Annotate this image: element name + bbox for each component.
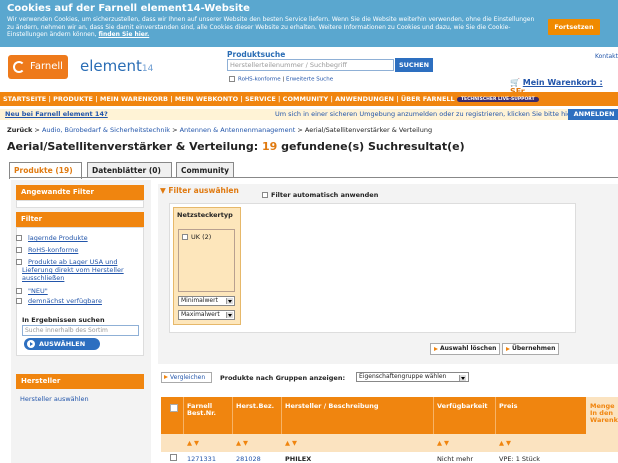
uk-checkbox[interactable] — [182, 234, 188, 240]
advanced-search-link[interactable]: Erweiterte Suche — [286, 77, 333, 83]
search-in-results-label: In Ergebnissen suchen — [22, 316, 105, 324]
apply-button[interactable]: Übernehmen — [502, 343, 560, 355]
plug-type-filter: Netzsteckertyp UK (2) Minimalwert Maxima… — [173, 207, 241, 325]
search-button[interactable]: SUCHEN — [395, 58, 433, 72]
max-value-select[interactable]: Maximalwert — [178, 310, 235, 320]
row-price: VPE: 1 Stück — [499, 455, 541, 463]
sort-row: ▲▼ ▲▼ ▲▼ ▲▼ ▲▼ — [161, 434, 618, 452]
row-farnell-nr[interactable]: 1271331 — [187, 455, 216, 463]
product-search-label: Produktsuche — [227, 50, 286, 59]
breadcrumb: Zurück > Audio, Bürobedarf & Sicherheits… — [7, 126, 433, 134]
cookie-banner: Cookies auf der Farnell element14-Websit… — [0, 0, 618, 47]
tab-community[interactable]: Community — [176, 162, 234, 178]
filter-select-heading[interactable]: ▼ Filter auswählen — [160, 186, 239, 195]
sort-arrows-icon[interactable]: ▲▼ — [187, 439, 201, 447]
min-value-select[interactable]: Minimalwert — [178, 296, 235, 306]
plug-type-list[interactable]: UK (2) — [178, 229, 235, 292]
rohs-link[interactable]: RoHS-konforme — [238, 77, 281, 83]
table-row: 1271331 281028 PHILEX Nicht mehr VPE: 1 … — [161, 452, 618, 463]
filter-link-usa[interactable]: Produkte ab Lager USA und Lieferung dire… — [22, 258, 140, 282]
filter-checkbox[interactable] — [16, 288, 22, 294]
main-nav[interactable]: STARTSEITE | PRODUKTE | MEIN WARENKORB |… — [0, 92, 618, 106]
sort-arrows-icon[interactable]: ▲▼ — [285, 439, 299, 447]
cookie-text: Wir verwenden Cookies, um sicherzustelle… — [7, 16, 535, 38]
applied-filter-header: Angewandte Filter — [16, 185, 144, 200]
login-bar: Neu bei Farnell element 14? Um sich in e… — [0, 109, 618, 120]
option-uk[interactable]: UK (2) — [182, 233, 211, 241]
col-price[interactable]: Preis — [499, 403, 517, 410]
new-customer-link[interactable]: Neu bei Farnell element 14? — [5, 109, 108, 120]
filter-link-new[interactable]: "NEU" — [28, 287, 48, 295]
live-support-badge[interactable]: TECHNISCHER LIVE-SUPPORT — [456, 96, 539, 102]
row-checkbox[interactable] — [170, 454, 177, 461]
filter-link-stock[interactable]: lagernde Produkte — [28, 234, 88, 242]
login-info: Um sich in einer sicheren Umgebung anzum… — [275, 110, 574, 118]
filter-checkbox[interactable] — [16, 247, 22, 253]
arrow-right-icon — [27, 340, 35, 348]
dropdown-arrow-icon — [226, 298, 233, 304]
sort-arrows-icon[interactable]: ▲▼ — [499, 439, 513, 447]
table-header: Farnell Best.Nr. Herst.Bez. Hersteller /… — [161, 397, 618, 434]
breadcrumb-item[interactable]: Audio, Bürobedarf & Sicherheitstechnik — [42, 126, 170, 134]
sort-arrows-icon[interactable]: ▲▼ — [236, 439, 250, 447]
filter-checkbox[interactable] — [16, 235, 22, 241]
manufacturer-select-link[interactable]: Hersteller auswählen — [20, 395, 89, 403]
group-select[interactable]: Eigenschaftengruppe wählen — [356, 372, 469, 382]
page-title: Aerial/Satellitenverstärker & Verteilung… — [7, 140, 465, 153]
manufacturer-header: Hersteller — [16, 374, 144, 389]
breadcrumb-item[interactable]: Antennen & Antennenmanagement — [180, 126, 296, 134]
row-manufacturer: PHILEX — [285, 455, 312, 463]
select-all-checkbox[interactable] — [170, 404, 178, 412]
col-quantity[interactable]: Menge In den Warenk. — [590, 403, 618, 424]
tab-datasheets[interactable]: Datenblätter (0) — [87, 162, 172, 178]
filter-checkbox[interactable] — [16, 298, 22, 304]
col-manufacturer-nr[interactable]: Herst.Bez. — [236, 403, 274, 410]
col-farnell-nr[interactable]: Farnell Best.Nr. — [187, 403, 229, 417]
tab-divider — [9, 177, 618, 178]
continue-button[interactable]: Fortsetzen — [548, 19, 600, 35]
dropdown-arrow-icon — [226, 312, 233, 318]
dropdown-arrow-icon — [459, 375, 466, 381]
farnell-logo[interactable]: Farnell — [8, 55, 68, 79]
search-in-results-input[interactable]: Suche innerhalb des Sortim — [22, 325, 139, 336]
element14-logo: element14 — [80, 57, 154, 75]
col-availability[interactable]: Verfügbarkeit — [437, 403, 488, 410]
filter-link-upcoming[interactable]: demnächst verfügbare — [28, 297, 102, 305]
clear-selection-button[interactable]: Auswahl löschen — [430, 343, 501, 355]
sort-arrows-icon[interactable]: ▲▼ — [437, 439, 451, 447]
group-label: Produkte nach Gruppen anzeigen: — [220, 374, 346, 382]
compare-button[interactable]: Vergleichen — [161, 372, 212, 383]
cookie-title: Cookies auf der Farnell element14-Websit… — [7, 3, 250, 14]
cart-icon: 🛒 — [510, 78, 520, 87]
farnell-logo-icon — [13, 61, 25, 73]
applied-filter-body — [16, 200, 144, 208]
search-input[interactable]: Herstellerteilenummer / Suchbegriff — [227, 59, 394, 71]
col-description[interactable]: Hersteller / Beschreibung — [285, 403, 379, 410]
auto-apply-filter[interactable]: Filter automatisch anwenden — [262, 191, 378, 199]
select-button[interactable]: AUSWÄHLEN — [24, 338, 100, 350]
login-button[interactable]: ANMELDEN — [568, 109, 618, 120]
triangle-down-icon: ▼ — [160, 186, 166, 195]
row-manufacturer-nr[interactable]: 281028 — [236, 455, 261, 463]
auto-apply-checkbox[interactable] — [262, 192, 268, 198]
filter-header: Filter — [16, 212, 144, 227]
filter-link-rohs[interactable]: RoHS-konforme — [28, 246, 78, 254]
plug-type-label: Netzsteckertyp — [177, 211, 233, 219]
rohs-checkbox[interactable] — [229, 76, 235, 82]
row-availability: Nicht mehr — [437, 455, 474, 463]
rohs-filter: RoHS-konforme | Erweiterte Suche — [229, 76, 333, 83]
cookie-info-link[interactable]: finden Sie hier. — [99, 31, 150, 38]
contact-link[interactable]: Kontakt — [595, 53, 618, 60]
